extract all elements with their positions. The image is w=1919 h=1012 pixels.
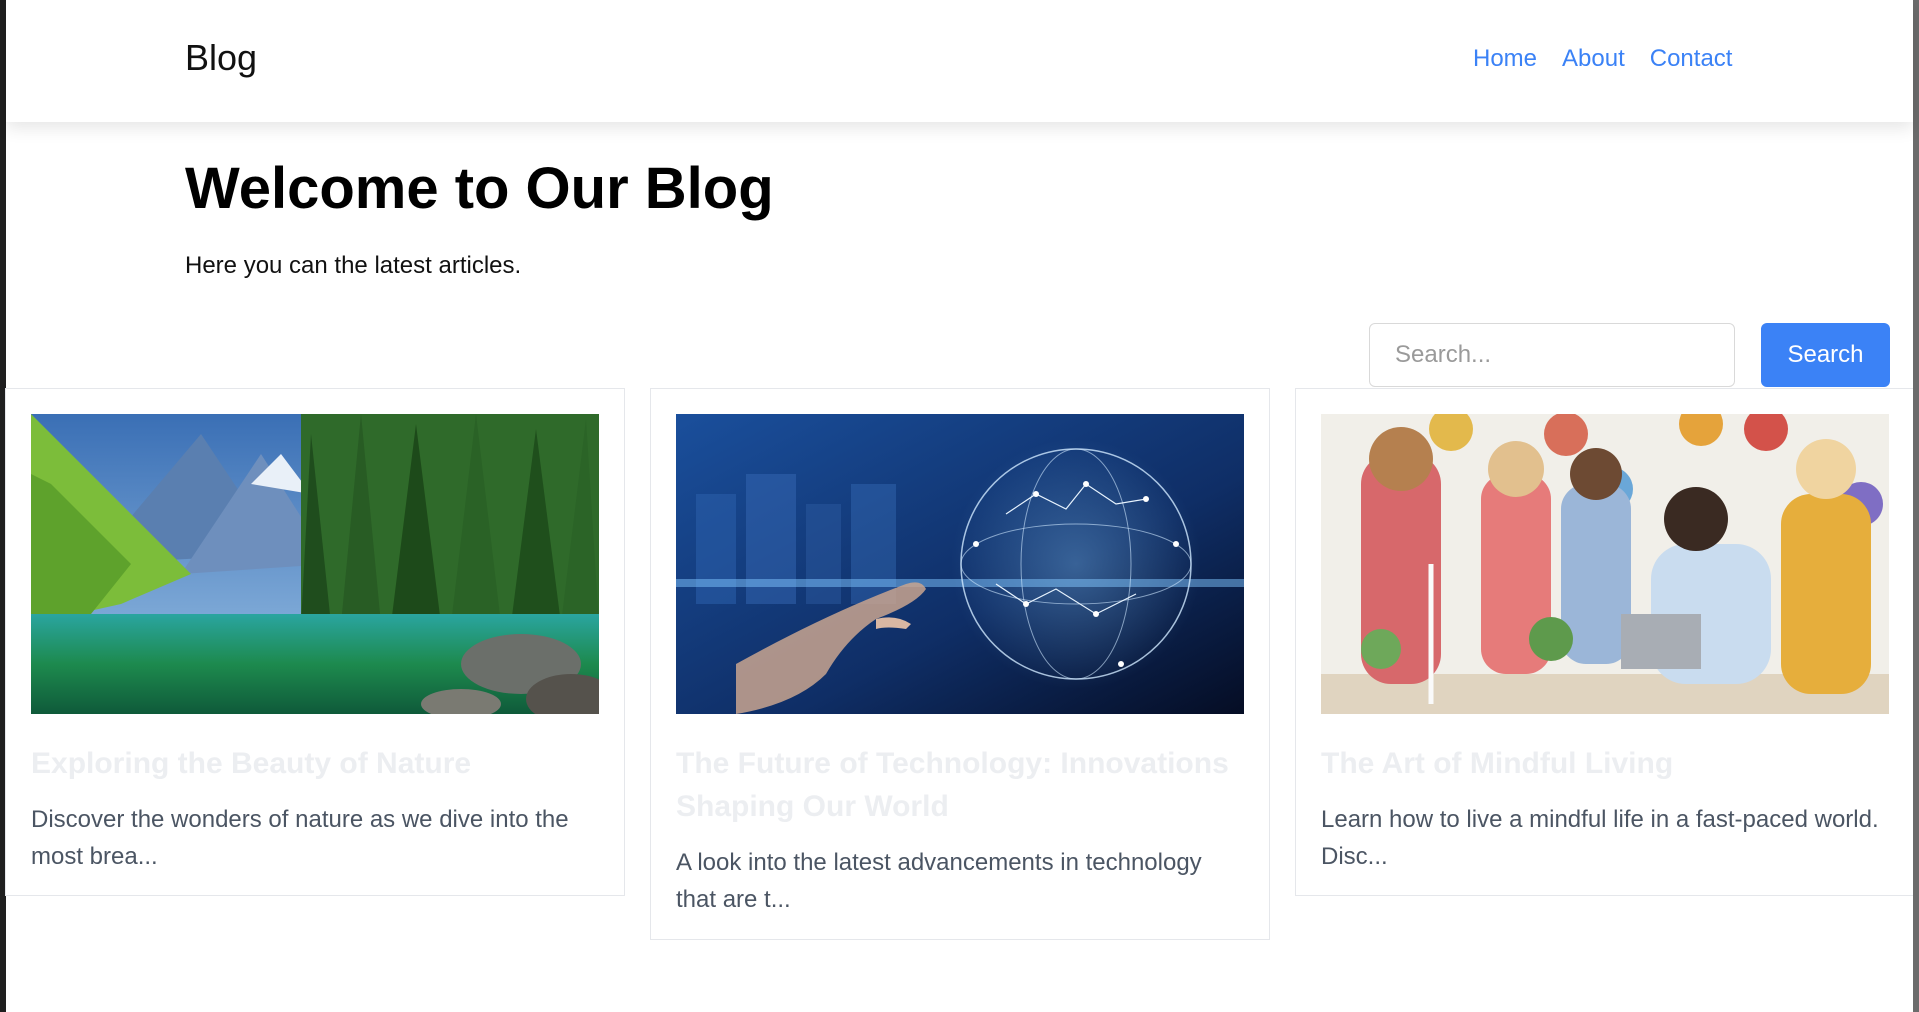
window-frame-edge: [1913, 0, 1919, 1012]
page-title: Welcome to Our Blog: [185, 156, 774, 221]
nav-link-home[interactable]: Home: [1473, 45, 1537, 73]
nav-link-about[interactable]: About: [1562, 45, 1625, 73]
post-card[interactable]: Exploring the Beauty of Nature Discover …: [5, 388, 625, 896]
technology-globe-image[interactable]: [676, 414, 1244, 714]
post-title[interactable]: The Art of Mindful Living: [1321, 742, 1889, 785]
search-button[interactable]: Search: [1761, 323, 1890, 387]
post-title[interactable]: The Future of Technology: Innovations Sh…: [676, 742, 1244, 828]
brand-logo[interactable]: Blog: [185, 37, 257, 79]
nav-links: Home About Contact: [1473, 45, 1732, 73]
post-excerpt: Learn how to live a mindful life in a fa…: [1321, 806, 1879, 870]
nature-landscape-image[interactable]: [31, 414, 599, 714]
page-subtitle: Here you can the latest articles.: [185, 252, 522, 279]
post-card[interactable]: The Art of Mindful Living Learn how to l…: [1295, 388, 1915, 896]
post-excerpt: Discover the wonders of nature as we div…: [31, 806, 569, 870]
post-card[interactable]: The Future of Technology: Innovations Sh…: [650, 388, 1270, 940]
page: Blog Home About Contact Welcome to Our B…: [0, 0, 1919, 1012]
classroom-image[interactable]: [1321, 414, 1889, 714]
search-input[interactable]: [1369, 323, 1735, 387]
post-excerpt: A look into the latest advancements in t…: [676, 849, 1202, 913]
post-title[interactable]: Exploring the Beauty of Nature: [31, 742, 599, 785]
navbar: Blog Home About Contact: [6, 0, 1913, 122]
nav-link-contact[interactable]: Contact: [1650, 45, 1733, 73]
